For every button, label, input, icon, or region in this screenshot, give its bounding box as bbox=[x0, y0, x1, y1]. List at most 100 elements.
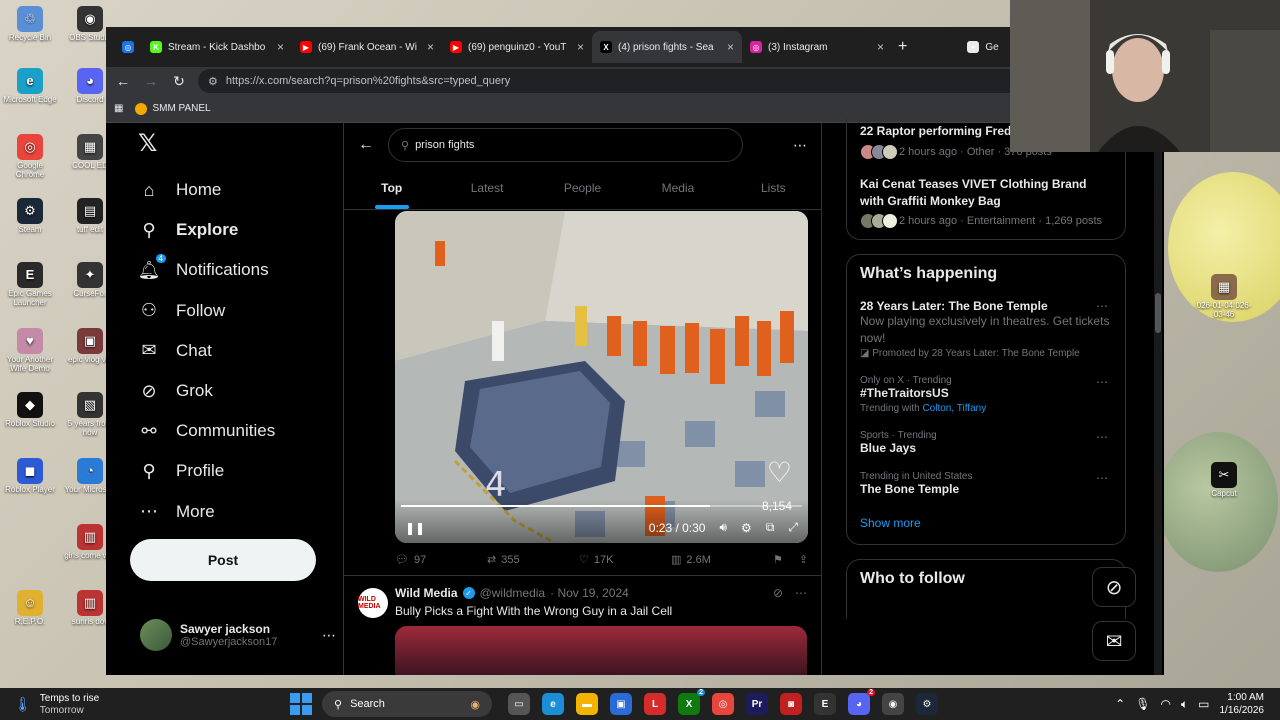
site-info-icon[interactable]: ⚙ bbox=[208, 75, 218, 88]
browser-tab[interactable]: ▶ (69) Frank Ocean - Wi × bbox=[292, 31, 442, 63]
desktop-icon[interactable]: ☺ R.E.P.O. bbox=[2, 590, 58, 627]
views-button[interactable]: ▥ 2.6M bbox=[671, 553, 763, 567]
desktop-icon[interactable]: ◼ Roblox Player bbox=[2, 458, 58, 495]
premiere-icon[interactable]: Pr bbox=[746, 693, 768, 715]
close-icon[interactable]: × bbox=[427, 40, 434, 54]
xbox-icon[interactable]: X2 bbox=[678, 689, 705, 715]
heart-icon[interactable]: ♡ bbox=[767, 456, 792, 489]
nav-item-communities[interactable]: ⚯ Communities bbox=[130, 411, 340, 451]
file-explorer-icon[interactable]: ▬ bbox=[576, 693, 598, 715]
back-button[interactable]: ← bbox=[114, 73, 132, 89]
browser-tab[interactable]: ▶ (69) penguinz0 - YouT × bbox=[442, 31, 592, 63]
obs-icon[interactable]: ◉ bbox=[882, 693, 904, 715]
happening-item[interactable]: 28 Years Later: The Bone Temple Now playi… bbox=[860, 291, 1112, 366]
more-icon[interactable]: ⋯ bbox=[793, 137, 807, 154]
weather-widget[interactable]: 🌡︎ Temps to rise Tomorrow bbox=[0, 693, 290, 716]
close-icon[interactable]: × bbox=[877, 40, 884, 54]
desktop-icon[interactable]: ♲ Recycle Bin bbox=[2, 6, 58, 43]
taskbar-search[interactable]: ⚲ Search ◉ bbox=[322, 691, 492, 717]
forward-button[interactable]: → bbox=[142, 73, 160, 89]
like-button[interactable]: ♡ 17K bbox=[579, 553, 671, 567]
happening-item[interactable]: Only on X · Trending #TheTraitorsUS Trendi… bbox=[860, 367, 1112, 422]
browser-tab[interactable]: ◎ (3) Instagram × bbox=[742, 31, 892, 63]
microphone-icon[interactable]: 🎙︎ bbox=[1135, 697, 1150, 711]
search-input[interactable]: ⚲ prison fights bbox=[388, 128, 743, 162]
tab-lists[interactable]: Lists bbox=[726, 167, 821, 209]
tweet-media[interactable] bbox=[395, 626, 807, 675]
desktop-icon[interactable]: ✂ Capcut bbox=[1196, 462, 1252, 499]
chevron-up-icon[interactable]: ⌃ bbox=[1115, 697, 1125, 711]
tab-media[interactable]: Media bbox=[630, 167, 725, 209]
nav-item-home[interactable]: ⌂ Home bbox=[130, 170, 340, 210]
account-switcher[interactable]: Sawyer jackson @Sawyerjackson17 ⋯ bbox=[140, 619, 336, 651]
tweet-date[interactable]: · Nov 19, 2024 bbox=[550, 586, 629, 600]
browser-tab[interactable]: ◎ bbox=[114, 31, 142, 63]
app-l-icon[interactable]: L bbox=[644, 693, 666, 715]
nav-item-notifications[interactable]: 🔔︎ 4 Notifications bbox=[130, 250, 340, 290]
pip-icon[interactable]: ⧉ bbox=[766, 520, 775, 535]
volume-icon[interactable]: 🔊︎ bbox=[719, 520, 727, 535]
post-button[interactable]: Post bbox=[130, 538, 316, 581]
desktop-icon[interactable]: e Microsoft Edge bbox=[2, 68, 58, 105]
settings-gear-icon[interactable]: ⚙ bbox=[741, 521, 752, 535]
chrome-icon[interactable]: ◎ bbox=[712, 693, 734, 715]
nav-item-grok[interactable]: ⊘ Grok bbox=[130, 371, 340, 411]
more-icon[interactable]: ⋯ bbox=[322, 627, 336, 644]
address-bar[interactable]: ⚙ https://x.com/search?q=prison%20fights… bbox=[198, 69, 1100, 93]
desktop-icon[interactable]: ⚙ Steam bbox=[2, 198, 58, 235]
task-view-icon[interactable]: ▭ bbox=[508, 693, 530, 715]
apps-grid-icon[interactable]: ▦ bbox=[114, 103, 123, 114]
video-player[interactable]: 4 ❚❚ 0:23 / 0:30 🔊︎ ⚙ ⧉ ⤢ ♡ 8,154 bbox=[395, 211, 808, 543]
reply-button[interactable]: 💬︎ 97 bbox=[395, 553, 487, 567]
pause-icon[interactable]: ❚❚ bbox=[405, 521, 425, 535]
back-arrow-icon[interactable]: ← bbox=[358, 136, 374, 154]
tab-latest[interactable]: Latest bbox=[439, 167, 534, 209]
edge-icon[interactable]: e bbox=[542, 693, 564, 715]
tweet[interactable]: WILD MEDIA Wild Media ✓ @wildmedia · Nov… bbox=[344, 575, 821, 675]
desktop-icon[interactable]: E Epic Games Launcher bbox=[2, 262, 58, 308]
happening-item[interactable]: Trending in United States The Bone Temple… bbox=[860, 463, 1112, 504]
nav-item-more[interactable]: ⋯ More bbox=[130, 492, 340, 532]
nav-item-follow[interactable]: ⚇ Follow bbox=[130, 291, 340, 331]
volume-icon[interactable]: 🔈︎ bbox=[1181, 697, 1188, 712]
store-icon[interactable]: ▣ bbox=[610, 693, 632, 715]
desktop-icon[interactable]: ◆ Roblox Studio bbox=[2, 392, 58, 429]
close-icon[interactable]: × bbox=[577, 40, 584, 54]
more-icon[interactable]: ⋯ bbox=[1096, 375, 1108, 389]
tab-people[interactable]: People bbox=[535, 167, 630, 209]
nav-item-profile[interactable]: ⚲ Profile bbox=[130, 451, 340, 491]
new-tab-button[interactable]: + bbox=[898, 38, 907, 56]
trend-item[interactable]: Kai Cenat Teases VIVET Clothing Brand wi… bbox=[860, 160, 1112, 230]
tweet-author-name[interactable]: Wild Media bbox=[395, 586, 458, 600]
video-progress-bar[interactable] bbox=[401, 505, 802, 507]
more-icon[interactable]: ⋯ bbox=[1096, 299, 1108, 313]
epic-games-icon[interactable]: E bbox=[814, 693, 836, 715]
reload-button[interactable]: ↻ bbox=[170, 73, 188, 90]
nav-item-chat[interactable]: ✉ Chat bbox=[130, 331, 340, 371]
repost-button[interactable]: ⇄ 355 bbox=[487, 553, 579, 567]
discord-icon[interactable]: ◕ 2 bbox=[848, 689, 875, 715]
battery-icon[interactable]: ▭ bbox=[1198, 697, 1209, 711]
start-button[interactable] bbox=[290, 693, 312, 715]
more-icon[interactable]: ⋯ bbox=[795, 586, 807, 600]
nav-item-explore[interactable]: ⚲ Explore bbox=[130, 210, 340, 250]
desktop-icon[interactable]: ♥ Your Another Wife Demo bbox=[2, 328, 58, 374]
page-scrollbar[interactable] bbox=[1154, 123, 1162, 675]
messages-float-button[interactable]: ✉ bbox=[1092, 621, 1136, 661]
close-icon[interactable]: × bbox=[277, 40, 284, 54]
wifi-icon[interactable]: ◠ bbox=[1160, 697, 1170, 711]
fullscreen-icon[interactable]: ⤢ bbox=[788, 520, 798, 535]
x-logo-icon[interactable]: 𝕏 bbox=[138, 129, 340, 158]
browser-tab[interactable]: K Stream - Kick Dashbo × bbox=[142, 31, 292, 63]
avatar[interactable]: WILD MEDIA bbox=[358, 588, 388, 618]
share-icon[interactable]: ⇪ bbox=[799, 553, 808, 566]
more-icon[interactable]: ⋯ bbox=[1096, 471, 1108, 485]
browser-tab[interactable]: X (4) prison fights - Sea × bbox=[592, 31, 742, 63]
grok-icon[interactable]: ⊘ bbox=[773, 586, 783, 600]
happening-item[interactable]: Sports · Trending Blue Jays ⋯ bbox=[860, 422, 1112, 463]
bookmark-icon[interactable]: ⚑ bbox=[773, 553, 783, 566]
app-red-icon[interactable]: ◙ bbox=[780, 693, 802, 715]
more-icon[interactable]: ⋯ bbox=[1096, 430, 1108, 444]
clock[interactable]: 1:00 AM 1/16/2026 bbox=[1220, 691, 1265, 717]
steam-icon[interactable]: ⚙ bbox=[916, 693, 938, 715]
